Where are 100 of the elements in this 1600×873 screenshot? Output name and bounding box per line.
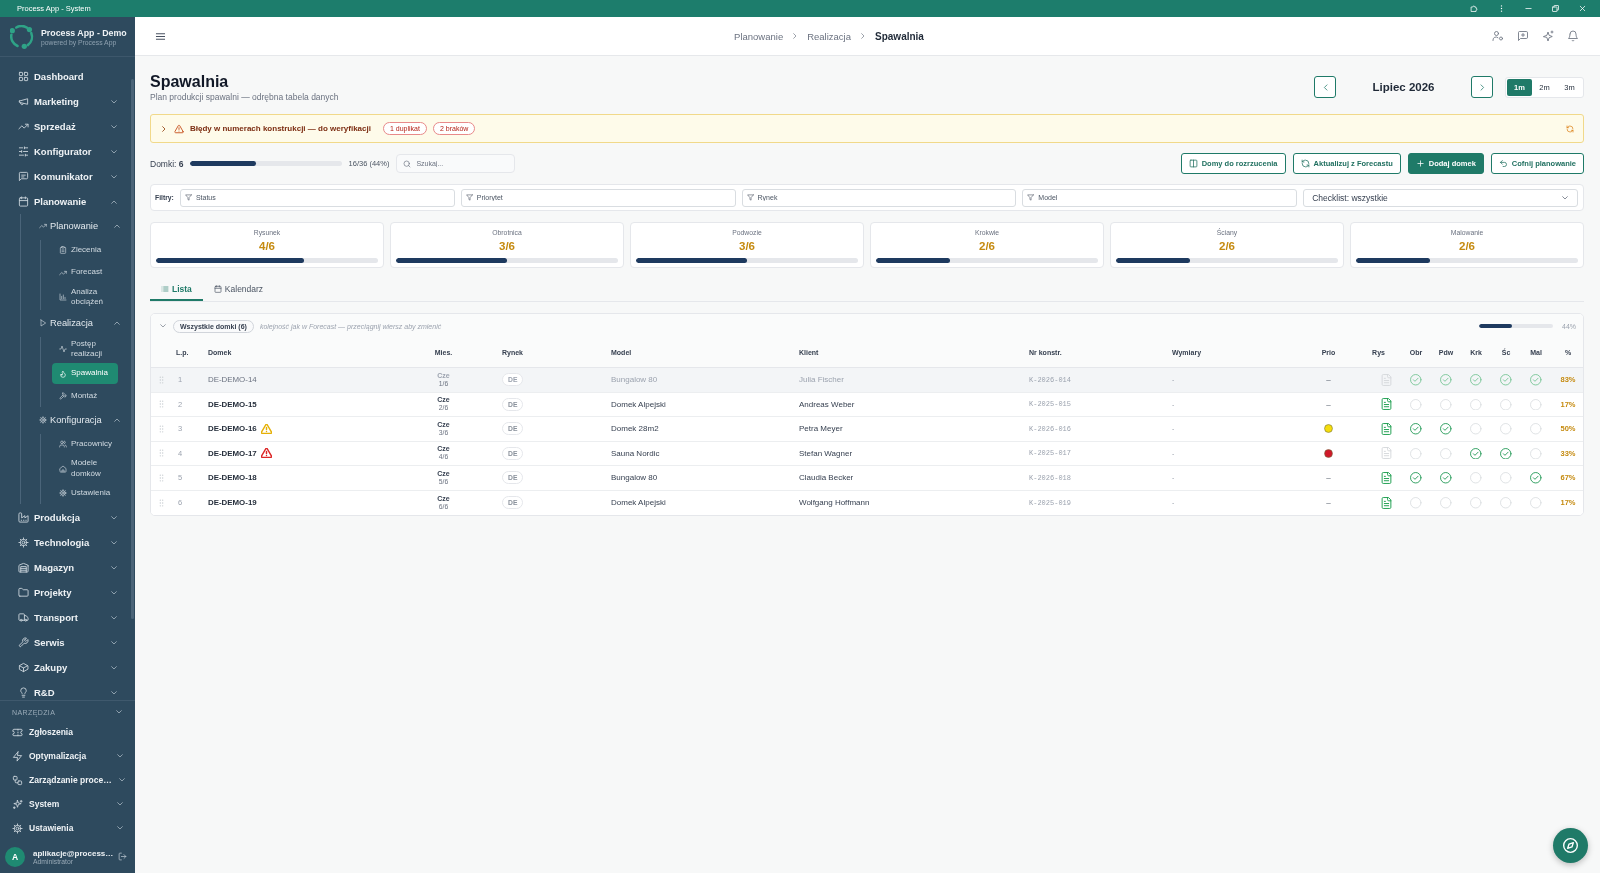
nav-item[interactable]: Zakupy <box>0 655 130 680</box>
chevron-right-icon <box>859 32 867 40</box>
nav-item[interactable]: Transport <box>0 605 130 630</box>
restore-icon[interactable] <box>1551 4 1560 13</box>
empty-circle-icon[interactable] <box>1530 497 1542 509</box>
nav-item[interactable]: Spawalnia <box>52 363 118 384</box>
empty-circle-icon[interactable] <box>1530 398 1542 410</box>
drag-handle-icon[interactable] <box>158 449 164 458</box>
users-icon <box>59 440 67 448</box>
nav-item[interactable]: Planowanie <box>0 189 130 214</box>
nav-item[interactable]: Sprzedaż <box>0 114 130 139</box>
nav-item[interactable]: Modele domków <box>52 456 118 481</box>
drag-handle-icon[interactable] <box>158 375 164 384</box>
nav-item[interactable]: Projekty <box>0 580 130 605</box>
nav-item[interactable]: Planowanie <box>21 214 130 238</box>
check-circle-icon[interactable] <box>1410 423 1422 435</box>
logout-icon[interactable] <box>118 852 127 861</box>
nav-item[interactable]: Konfiguracja <box>21 408 130 432</box>
next-month-button[interactable] <box>1471 76 1493 98</box>
empty-circle-icon[interactable] <box>1470 497 1482 509</box>
nav-item[interactable]: Magazyn <box>0 555 130 580</box>
menu-icon[interactable] <box>155 30 166 42</box>
empty-circle-icon[interactable] <box>1470 472 1482 484</box>
nav-item[interactable]: Montaż <box>52 385 118 407</box>
compass-button[interactable] <box>1553 828 1588 863</box>
nav-item[interactable]: Komunikator <box>0 164 130 189</box>
sliders-icon <box>18 146 29 157</box>
empty-circle-icon[interactable] <box>1530 423 1542 435</box>
nav-item[interactable]: Zgłoszenia <box>0 720 135 744</box>
chevron-down-icon <box>1561 193 1569 202</box>
nav-item[interactable]: Optymalizacja <box>0 744 135 768</box>
empty-circle-icon[interactable] <box>1500 472 1512 484</box>
check-circle-icon[interactable] <box>1530 472 1542 484</box>
document-icon[interactable] <box>1380 398 1392 411</box>
refresh-icon[interactable] <box>1566 124 1574 133</box>
nav-item[interactable]: Zlecenia <box>52 239 118 261</box>
nav-item[interactable]: Zarządzanie proce… <box>0 768 135 792</box>
empty-circle-icon[interactable] <box>1500 423 1512 435</box>
nav-item[interactable]: Ustawienia <box>0 816 135 840</box>
check-circle-icon[interactable] <box>1470 447 1482 459</box>
scrollbar-thumb[interactable] <box>131 79 134 619</box>
nav-item[interactable]: Produkcja <box>0 505 130 530</box>
nav-item[interactable]: Dashboard <box>0 64 130 89</box>
model-name: Bungalow 80 <box>611 473 658 483</box>
check-circle-icon[interactable] <box>1500 447 1512 459</box>
check-circle-icon[interactable] <box>1500 374 1512 386</box>
nav-item[interactable]: Serwis <box>0 630 130 655</box>
empty-circle-icon[interactable] <box>1470 423 1482 435</box>
empty-circle-icon[interactable] <box>1440 398 1452 410</box>
close-icon[interactable] <box>1578 4 1587 13</box>
nav-item[interactable]: Analiza obciążeń <box>52 284 118 310</box>
drag-handle-icon[interactable] <box>158 473 164 482</box>
nav-item[interactable]: System <box>0 792 135 816</box>
drag-handle-icon[interactable] <box>158 424 164 433</box>
document-icon[interactable] <box>1380 496 1392 509</box>
puzzle-icon[interactable] <box>1470 4 1479 13</box>
breadcrumb-current[interactable]: Spawalnia <box>875 30 924 42</box>
check-circle-icon[interactable] <box>1410 374 1422 386</box>
drag-handle-icon[interactable] <box>158 498 164 507</box>
empty-circle-icon[interactable] <box>1530 447 1542 459</box>
empty-circle-icon[interactable] <box>1470 398 1482 410</box>
empty-circle-icon[interactable] <box>1440 497 1452 509</box>
view-tab[interactable]: Lista <box>150 279 203 301</box>
check-circle-icon[interactable] <box>1440 472 1452 484</box>
check-circle-icon[interactable] <box>1440 423 1452 435</box>
chevron-right-icon[interactable] <box>160 124 168 133</box>
nav-item[interactable]: Technologia <box>0 530 130 555</box>
previous-month-button[interactable] <box>1314 76 1336 98</box>
trend-icon <box>59 268 67 277</box>
empty-circle-icon[interactable] <box>1410 398 1422 410</box>
user-cog-icon[interactable] <box>1492 30 1504 42</box>
nav-item[interactable]: Marketing <box>0 89 130 114</box>
nav-item[interactable]: Ustawienia <box>52 482 118 504</box>
check-circle-icon[interactable] <box>1410 472 1422 484</box>
empty-circle-icon[interactable] <box>1410 447 1422 459</box>
drag-handle-icon[interactable] <box>158 400 164 409</box>
document-icon[interactable] <box>1380 471 1392 484</box>
check-circle-icon[interactable] <box>1440 374 1452 386</box>
empty-circle-icon[interactable] <box>1410 497 1422 509</box>
empty-circle-icon[interactable] <box>1440 447 1452 459</box>
chevron-down-icon[interactable] <box>159 322 167 330</box>
breadcrumb-link[interactable]: Realizacja <box>807 30 851 42</box>
check-circle-icon[interactable] <box>1530 374 1542 386</box>
check-circle-icon[interactable] <box>1470 374 1482 386</box>
nav-item[interactable]: Konfigurator <box>0 139 130 164</box>
nav-item[interactable]: Postęp realizacji <box>52 336 118 362</box>
empty-circle-icon[interactable] <box>1500 497 1512 509</box>
nav-item[interactable]: Pracownicy <box>52 433 118 455</box>
nav-item[interactable]: Forecast <box>52 262 118 283</box>
nav-item[interactable]: R&D <box>0 680 130 700</box>
message-plus-icon[interactable] <box>1517 30 1529 42</box>
bell-icon[interactable] <box>1567 30 1579 42</box>
checklist-select[interactable]: Checklist: wszystkie <box>1303 188 1578 207</box>
chevron-down-icon[interactable] <box>115 708 123 716</box>
breadcrumb-link[interactable]: Planowanie <box>734 30 784 42</box>
empty-circle-icon[interactable] <box>1500 398 1512 410</box>
sparkles-icon[interactable] <box>1542 30 1554 42</box>
nav-item[interactable]: Realizacja <box>21 311 130 335</box>
document-icon[interactable] <box>1380 422 1392 435</box>
view-tab[interactable]: Kalendarz <box>202 279 275 301</box>
